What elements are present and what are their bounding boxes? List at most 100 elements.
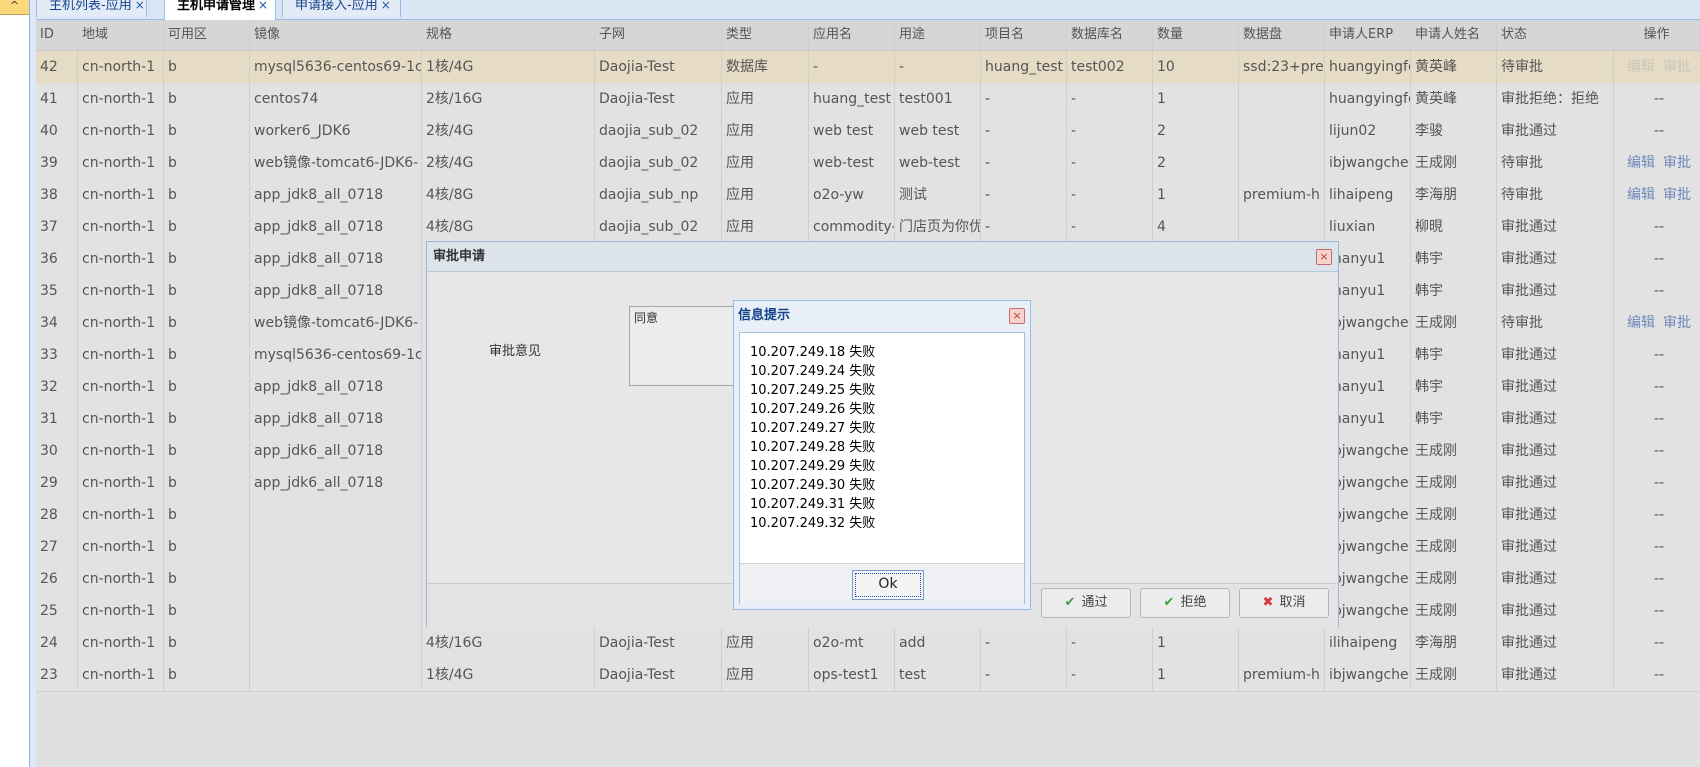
tab-close-icon[interactable]: × [381,0,391,12]
table-cell: cn-north-1 [78,403,164,435]
column-header[interactable]: 申请人ERP [1325,20,1411,50]
message-line: 10.207.249.29 失败 [750,459,876,474]
cancel-label: 取消 [1279,595,1306,610]
table-cell: o2o-mt [809,627,895,659]
column-header[interactable]: 类型 [722,20,809,50]
ok-button[interactable]: Ok [852,570,924,600]
table-cell: cn-north-1 [78,499,164,531]
approve-link[interactable]: 审批 [1663,187,1691,203]
table-cell: worker6_JDK6 [250,115,422,147]
edit-link[interactable]: 编辑 [1627,59,1655,75]
table-cell: 待审批 [1497,51,1614,83]
table-cell: 李骏 [1411,115,1497,147]
column-header[interactable]: 镜像 [250,20,422,50]
table-row[interactable]: 40 cn-north-1 b worker6_JDK6 2核/4G daojia_sub… [36,115,1700,148]
table-row[interactable]: 24 cn-north-1 b 4核/16G Daojia-Test 应用 o2o-mt ad… [36,627,1700,660]
column-header[interactable]: 数据盘 [1239,20,1325,50]
column-header[interactable]: 项目名 [981,20,1067,50]
table-row[interactable]: 42 cn-north-1 b mysql5636-centos69-1c 1核/4G D… [36,51,1700,84]
column-header[interactable]: ID [36,20,78,50]
table-cell: ssd:23+pre [1239,51,1325,83]
message-line: 10.207.249.18 失败 [750,345,876,360]
table-cell: cn-north-1 [78,243,164,275]
column-header[interactable]: 数据库名 [1067,20,1153,50]
no-action: -- [1653,443,1665,459]
tab-label: 主机申请管理 [177,0,256,13]
table-cell: 42 [36,51,78,83]
table-cell: web-test [895,147,981,179]
table-cell [250,595,422,627]
table-cell: - [981,211,1067,243]
table-cell: 28 [36,499,78,531]
table-cell: 审批通过 [1497,275,1614,307]
column-header[interactable]: 申请人姓名 [1411,20,1497,50]
table-row[interactable]: 37 cn-north-1 b app_jdk8_all_0718 4核/8G daoji… [36,211,1700,244]
table-cell: 34 [36,307,78,339]
panel-collapse-button[interactable]: ^ [0,0,29,15]
column-header[interactable]: 可用区 [164,20,250,50]
reject-button[interactable]: ✔ 拒绝 [1140,588,1230,618]
message-close-icon[interactable]: × [1009,308,1025,324]
message-line: 10.207.249.24 失败 [750,364,876,379]
column-header[interactable]: 规格 [422,20,595,50]
table-row[interactable]: 39 cn-north-1 b web镜像-tomcat6-JDK6- 2核/4G dao… [36,147,1700,180]
table-cell: 审批通过 [1497,339,1614,371]
edit-link[interactable]: 编辑 [1627,187,1655,203]
column-header[interactable]: 状态 [1497,20,1614,50]
dialog-close-icon[interactable]: × [1316,249,1332,265]
column-header[interactable]: 应用名 [809,20,895,50]
table-cell: 门店页为你优 [895,211,981,243]
table-cell: Daojia-Test [595,659,722,691]
table-cell: 35 [36,275,78,307]
table-cell: b [164,179,250,211]
table-cell: cn-north-1 [78,339,164,371]
table-cell: 待审批 [1497,147,1614,179]
table-cell: - [981,83,1067,115]
table-cell: 黄英峰 [1411,51,1497,83]
table-cell: 王成刚 [1411,659,1497,691]
tab-apply-access[interactable]: 申请接入-应用 × [282,0,401,17]
column-header[interactable]: 数量 [1153,20,1239,50]
table-cell: 应用 [722,147,809,179]
row-actions: -- [1614,403,1700,435]
tab-close-icon[interactable]: × [258,0,268,12]
approve-button[interactable]: ✔ 通过 [1041,588,1131,618]
table-cell: - [1067,211,1153,243]
table-cell: cn-north-1 [78,435,164,467]
column-header[interactable]: 地域 [78,20,164,50]
approve-link[interactable]: 审批 [1663,315,1691,331]
table-cell: 韩宇 [1411,243,1497,275]
table-cell: b [164,83,250,115]
table-cell: 2核/4G [422,147,595,179]
table-row[interactable]: 38 cn-north-1 b app_jdk8_all_0718 4核/8G daoji… [36,179,1700,212]
message-footer: Ok [740,563,1024,604]
opinion-textarea[interactable]: 同意 [629,306,739,386]
approve-link[interactable]: 审批 [1663,155,1691,171]
edit-link[interactable]: 编辑 [1627,315,1655,331]
table-row[interactable]: 41 cn-north-1 b centos74 2核/16G Daojia-Test 应用… [36,83,1700,116]
column-header[interactable]: 用途 [895,20,981,50]
table-cell: ops-test1 [809,659,895,691]
table-cell: ibjwangche [1325,659,1411,691]
row-actions: -- [1614,115,1700,147]
edit-link[interactable]: 编辑 [1627,155,1655,171]
table-cell: 4 [1153,211,1239,243]
table-cell: 26 [36,563,78,595]
table-cell [1239,147,1325,179]
tab-close-icon[interactable]: × [135,0,145,12]
table-cell: app_jdk8_all_0718 [250,403,422,435]
row-actions: -- [1614,499,1700,531]
table-cell: cn-north-1 [78,371,164,403]
no-action: -- [1653,251,1665,267]
tab-host-apply-manage[interactable]: 主机申请管理 × [164,0,276,20]
table-cell: cn-north-1 [78,531,164,563]
column-header[interactable]: 操作 [1614,20,1700,50]
table-cell: web test [809,115,895,147]
table-cell: - [1067,179,1153,211]
cancel-button[interactable]: ✖ 取消 [1239,588,1329,618]
column-header[interactable]: 子网 [595,20,722,50]
table-row[interactable]: 23 cn-north-1 b 1核/4G Daojia-Test 应用 ops-test1… [36,659,1700,692]
tab-host-list[interactable]: 主机列表-应用 × [36,0,147,17]
approve-link[interactable]: 审批 [1663,59,1691,75]
table-cell: 应用 [722,659,809,691]
